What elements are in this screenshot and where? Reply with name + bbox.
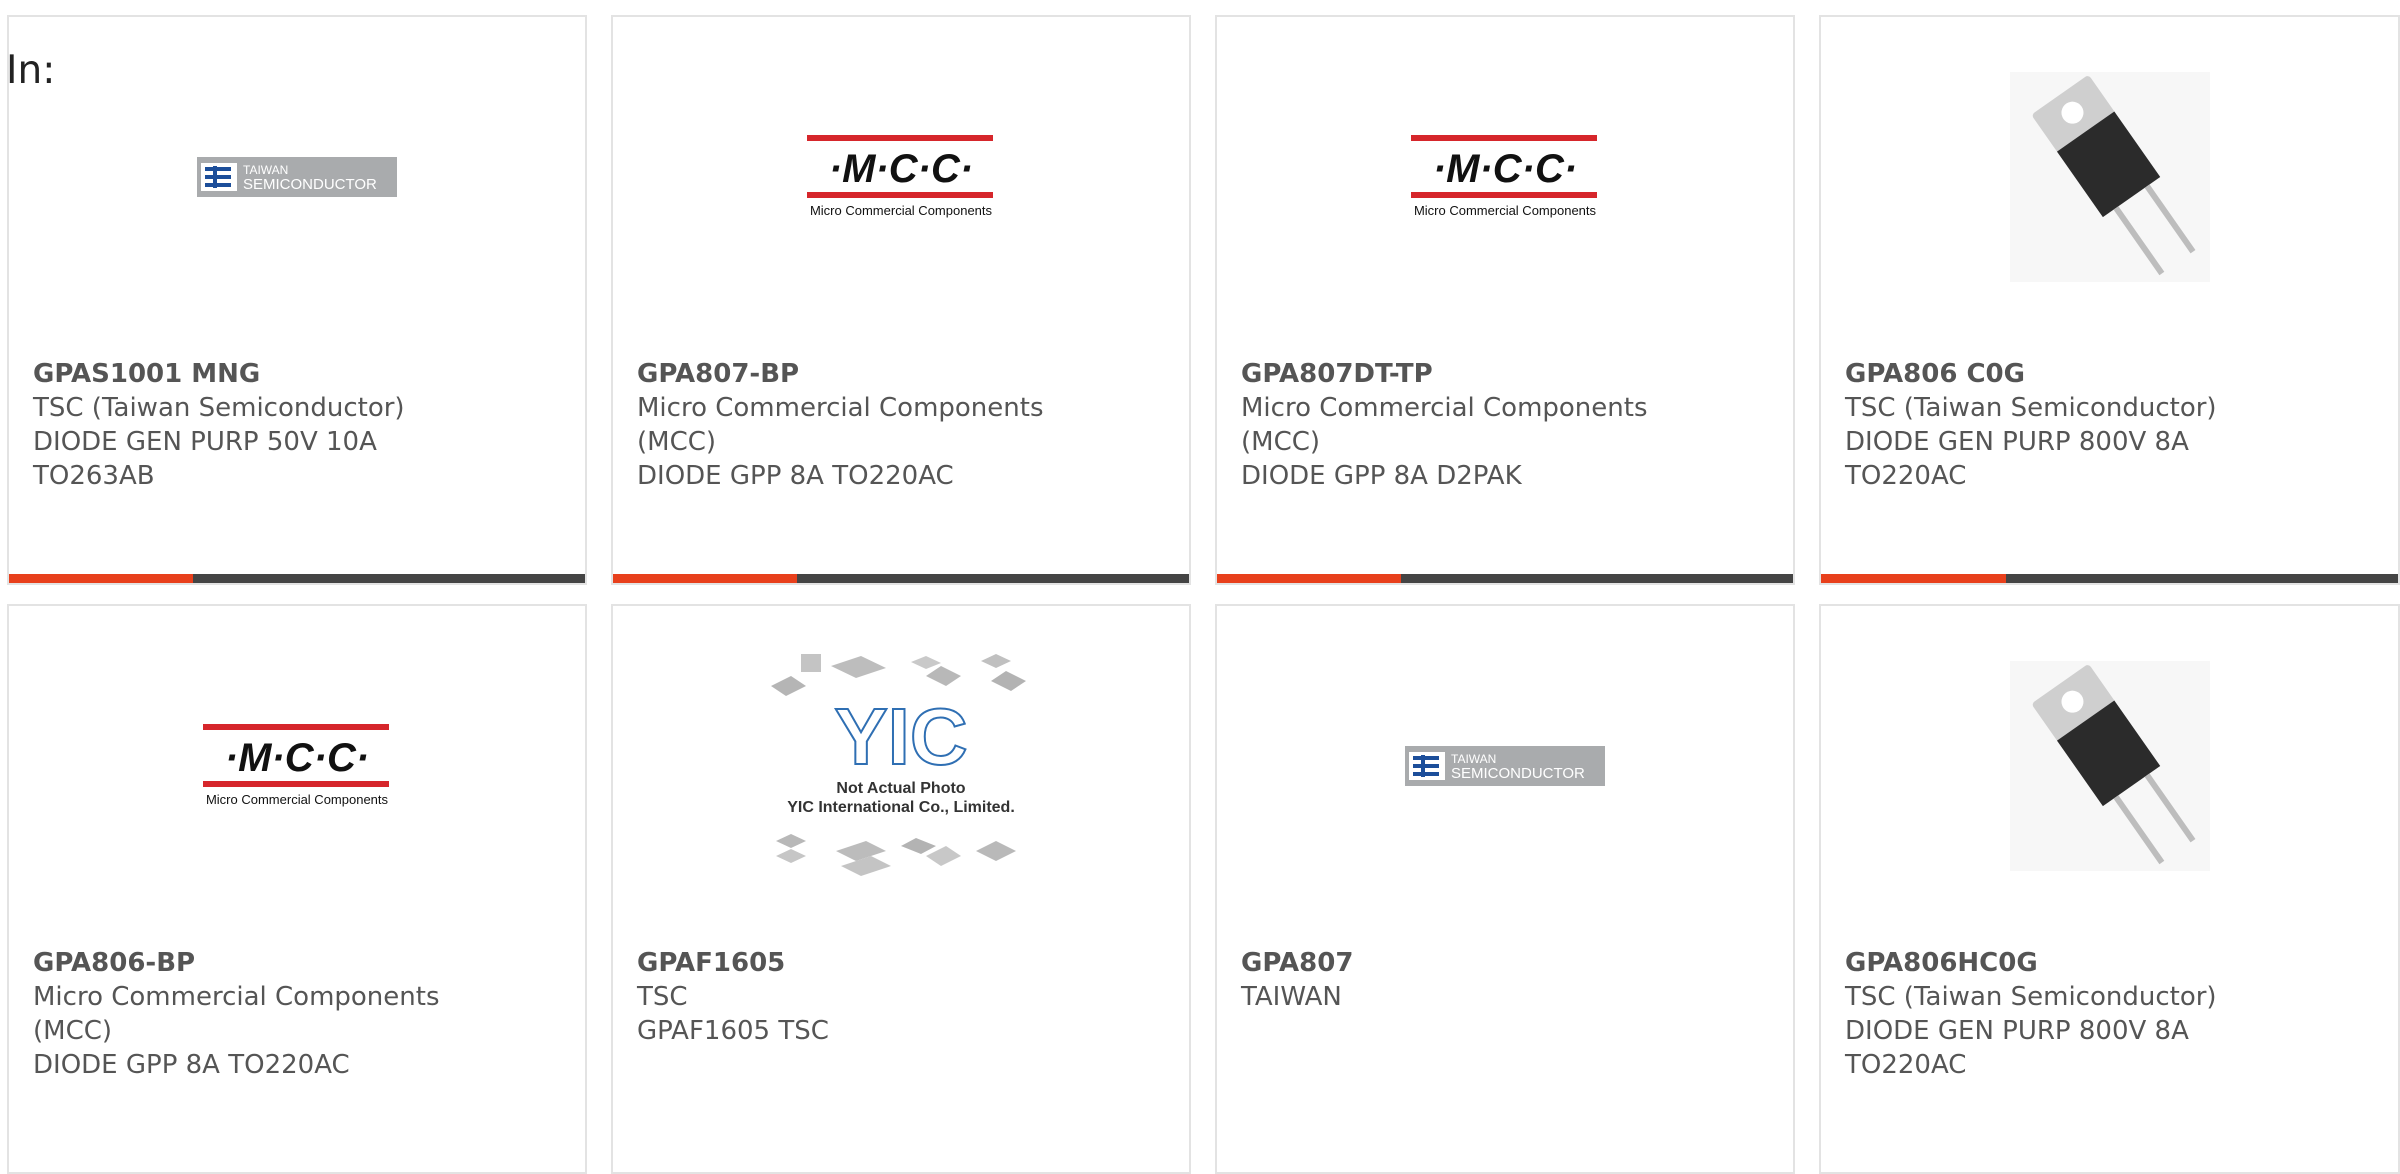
manufacturer: TAIWAN	[1241, 982, 1342, 1012]
in-label: In:	[6, 48, 56, 93]
svg-text:YIC: YIC	[834, 692, 967, 781]
product-grid: TAIWAN SEMICONDUCTOR GPAS1001 MNG TSC (T…	[0, 0, 2400, 1174]
product-card[interactable]: GPA806 C0G TSC (Taiwan Semiconductor) DI…	[1819, 15, 2400, 585]
product-image[interactable]: ·M·C·C· Micro Commercial Components	[9, 626, 585, 906]
manufacturer: TSC (Taiwan Semiconductor)	[1845, 393, 2217, 423]
manufacturer: Micro Commercial Components (MCC)	[1241, 393, 1648, 457]
description: DIODE GPP 8A D2PAK	[1241, 461, 1522, 491]
product-card[interactable]: GPA806HC0G TSC (Taiwan Semiconductor) DI…	[1819, 604, 2400, 1174]
manufacturer: Micro Commercial Components (MCC)	[637, 393, 1044, 457]
mcc-logo: ·M·C·C· Micro Commercial Components	[807, 135, 993, 218]
card-bar	[1821, 574, 2398, 583]
description: DIODE GPP 8A TO220AC	[637, 461, 954, 491]
product-image[interactable]: ·M·C·C· Micro Commercial Components	[1217, 37, 1793, 317]
svg-text:·M·C·C·: ·M·C·C·	[829, 147, 973, 191]
svg-text:Micro Commercial Components: Micro Commercial Components	[1414, 203, 1597, 218]
part-number-link[interactable]: GPA806HC0G	[1845, 946, 2378, 980]
product-card[interactable]: ·M·C·C· Micro Commercial Components GPA8…	[1215, 15, 1795, 585]
svg-text:Micro Commercial Components: Micro Commercial Components	[206, 792, 389, 807]
svg-text:·M·C·C·: ·M·C·C·	[225, 736, 369, 780]
yic-placeholder-image: YIC Not Actual Photo YIC International C…	[771, 654, 1026, 876]
to220-package-photo	[2009, 72, 2210, 282]
product-image[interactable]	[1821, 626, 2398, 906]
description: DIODE GEN PURP 800V 8A TO220AC	[1845, 1016, 2189, 1080]
product-card[interactable]: YIC Not Actual Photo YIC International C…	[611, 604, 1191, 1174]
svg-text:SEMICONDUCTOR: SEMICONDUCTOR	[1451, 765, 1585, 782]
card-bar	[1217, 574, 1793, 583]
product-card[interactable]: TAIWAN SEMICONDUCTOR GPAS1001 MNG TSC (T…	[7, 15, 587, 585]
mcc-logo: ·M·C·C· Micro Commercial Components	[203, 724, 389, 807]
svg-text:Not Actual Photo: Not Actual Photo	[836, 780, 965, 797]
part-number-link[interactable]: GPA806 C0G	[1845, 357, 2378, 391]
mcc-logo: ·M·C·C· Micro Commercial Components	[1411, 135, 1597, 218]
part-number-link[interactable]: GPA807-BP	[637, 357, 1169, 391]
description: GPAF1605 TSC	[637, 1016, 829, 1046]
product-image[interactable]	[1821, 37, 2398, 317]
to220-package-photo	[2009, 661, 2210, 871]
product-image[interactable]: ·M·C·C· Micro Commercial Components	[613, 37, 1189, 317]
part-number-link[interactable]: GPA806-BP	[33, 946, 565, 980]
svg-text:·M·C·C·: ·M·C·C·	[1433, 147, 1577, 191]
card-bar	[9, 574, 585, 583]
product-card[interactable]: ·M·C·C· Micro Commercial Components GPA8…	[7, 604, 587, 1174]
card-bar	[613, 574, 1189, 583]
description: DIODE GEN PURP 800V 8A TO220AC	[1845, 427, 2189, 491]
part-number-link[interactable]: GPA807	[1241, 946, 1773, 980]
svg-text:TAIWAN: TAIWAN	[1451, 752, 1496, 766]
product-image[interactable]: YIC Not Actual Photo YIC International C…	[613, 626, 1189, 906]
manufacturer: Micro Commercial Components (MCC)	[33, 982, 440, 1046]
part-number-link[interactable]: GPAS1001 MNG	[33, 357, 565, 391]
manufacturer: TSC	[637, 982, 688, 1012]
description: DIODE GEN PURP 50V 10A TO263AB	[33, 427, 377, 491]
part-number-link[interactable]: GPA807DT-TP	[1241, 357, 1773, 391]
svg-text:YIC International Co., Limited: YIC International Co., Limited.	[787, 799, 1015, 816]
product-card[interactable]: TAIWAN SEMICONDUCTOR GPA807 TAIWAN	[1215, 604, 1795, 1174]
product-image[interactable]: TAIWAN SEMICONDUCTOR	[1217, 626, 1793, 906]
svg-text:TAIWAN: TAIWAN	[243, 163, 288, 177]
taiwan-semiconductor-logo: TAIWAN SEMICONDUCTOR	[1405, 746, 1605, 786]
product-image[interactable]: TAIWAN SEMICONDUCTOR	[9, 37, 585, 317]
product-card[interactable]: ·M·C·C· Micro Commercial Components GPA8…	[611, 15, 1191, 585]
description: DIODE GPP 8A TO220AC	[33, 1050, 350, 1080]
part-number-link[interactable]: GPAF1605	[637, 946, 1169, 980]
taiwan-semiconductor-logo: TAIWAN SEMICONDUCTOR	[197, 157, 397, 197]
svg-text:SEMICONDUCTOR: SEMICONDUCTOR	[243, 176, 377, 193]
manufacturer: TSC (Taiwan Semiconductor)	[1845, 982, 2217, 1012]
manufacturer: TSC (Taiwan Semiconductor)	[33, 393, 405, 423]
svg-text:Micro Commercial Components: Micro Commercial Components	[810, 203, 993, 218]
